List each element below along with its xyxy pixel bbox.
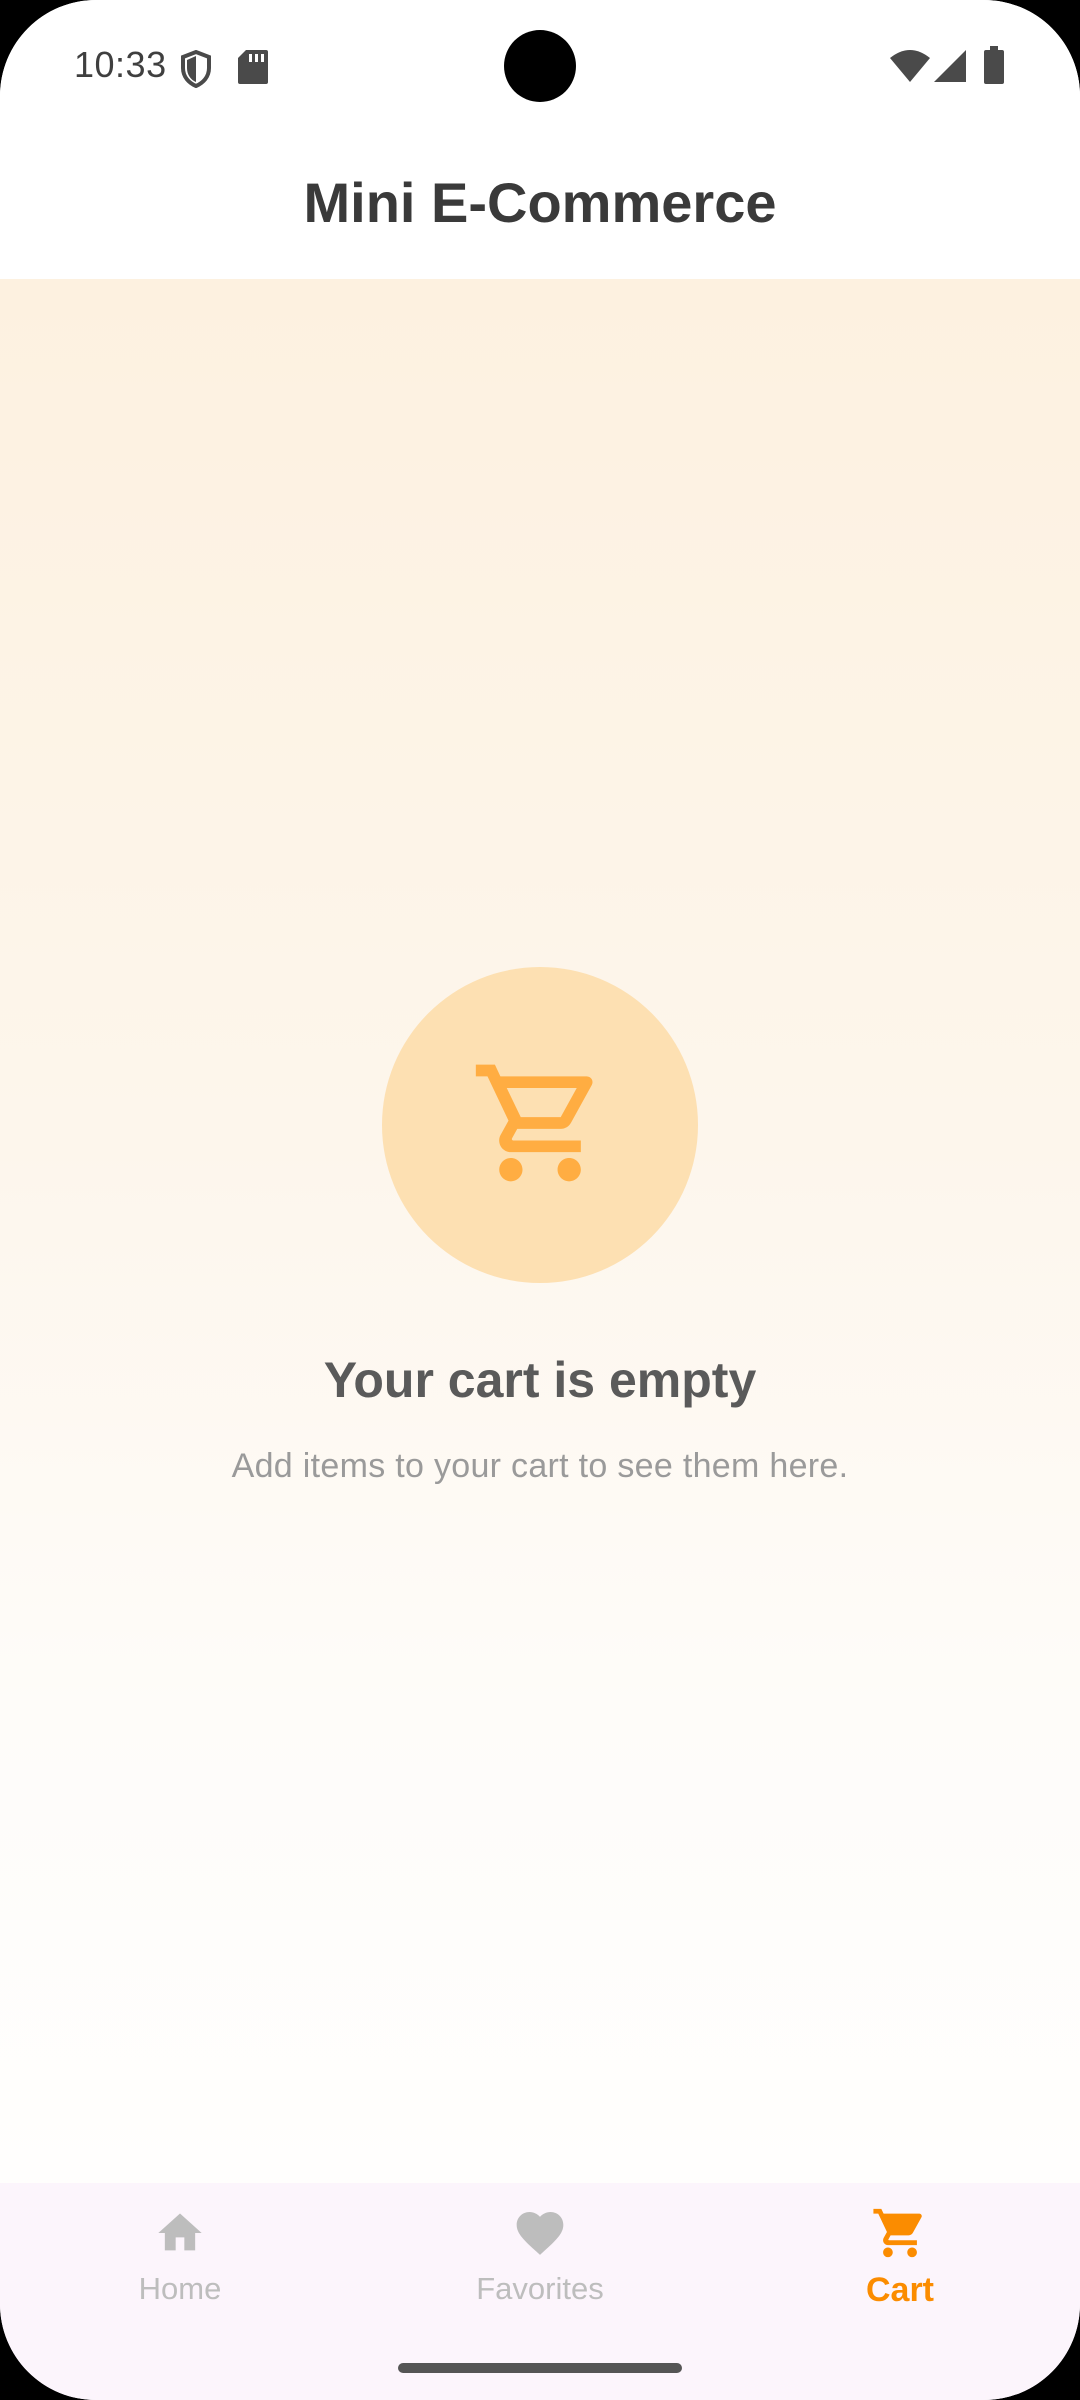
phone-screen: 10:33 Mini E-Commerce Your cart is empty… xyxy=(0,0,1080,2400)
signal-icon xyxy=(934,50,966,87)
bottom-navigation: Home Favorites Cart xyxy=(0,2183,1080,2400)
nav-item-favorites[interactable]: Favorites xyxy=(420,2203,660,2333)
battery-icon xyxy=(984,46,1004,89)
empty-cart-title: Your cart is empty xyxy=(323,1352,757,1408)
heart-icon xyxy=(510,2203,570,2263)
nav-label-cart: Cart xyxy=(865,2271,935,2309)
sd-card-icon xyxy=(238,50,268,89)
wifi-icon xyxy=(890,50,930,87)
cart-content: Your cart is empty Add items to your car… xyxy=(0,279,1080,2183)
nav-label-favorites: Favorites xyxy=(476,2271,604,2306)
home-indicator[interactable] xyxy=(398,2363,682,2373)
app-bar: Mini E-Commerce xyxy=(0,134,1080,279)
shopping-cart-icon xyxy=(870,2203,930,2263)
shield-icon xyxy=(180,49,212,93)
status-bar: 10:33 xyxy=(0,0,1080,134)
front-camera xyxy=(504,30,576,102)
shopping-cart-icon xyxy=(470,1053,610,1198)
nav-label-home: Home xyxy=(138,2271,222,2306)
nav-item-cart[interactable]: Cart xyxy=(780,2203,1020,2333)
app-title: Mini E-Commerce xyxy=(303,171,777,234)
home-icon xyxy=(150,2203,210,2263)
status-time: 10:33 xyxy=(74,44,167,85)
empty-cart-subtitle: Add items to your cart to see them here. xyxy=(231,1447,849,1485)
empty-cart-badge xyxy=(382,967,698,1283)
nav-item-home[interactable]: Home xyxy=(60,2203,300,2333)
